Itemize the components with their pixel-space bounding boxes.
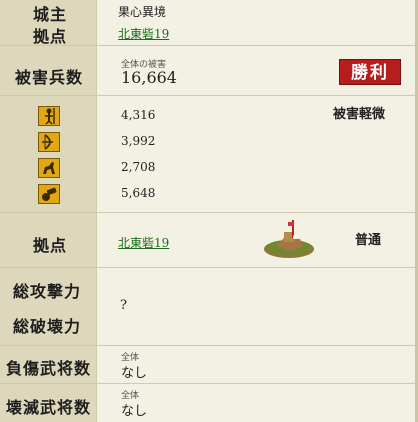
destroyed-label-cell: 壊滅武将数 [0, 384, 97, 422]
base-row-label: 拠点 [33, 236, 68, 255]
base-status: 普通 [355, 233, 382, 248]
power-value-cell: ? [97, 268, 418, 345]
total-damage-value: 16,664 [121, 68, 177, 87]
wounded-value-cell: 全体 なし [97, 346, 418, 383]
damage-label-cell: 被害兵数 [0, 46, 97, 95]
cavalry-count: 2,708 [121, 160, 156, 174]
archer-count: 3,992 [121, 134, 156, 148]
owner-label-cell: 城主 拠点 [0, 0, 97, 46]
base-row: 拠点 北東砦19 普通 [0, 213, 418, 268]
damage-label: 被害兵数 [15, 68, 84, 87]
destroy-power-label: 総破壊力 [13, 317, 82, 336]
base-row-link[interactable]: 北東砦19 [118, 234, 169, 251]
destroyed-value-cell: 全体 なし [97, 384, 418, 422]
wounded-label-cell: 負傷武将数 [0, 346, 97, 383]
damage-row: 被害兵数 全体の被害 16,664 勝利 [0, 46, 418, 96]
cavalry-icon [38, 158, 60, 178]
owner-name: 果心異境 [118, 5, 167, 19]
wounded-label: 負傷武将数 [6, 359, 92, 378]
owner-row: 城主 拠点 果心異境 北東砦19 [0, 0, 418, 46]
owner-value-cell: 果心異境 北東砦19 [97, 0, 418, 45]
power-row: 総攻撃力 総破壊力 ? [0, 268, 418, 346]
base-label-cell: 拠点 [0, 213, 97, 267]
spearman-icon [38, 106, 60, 126]
siege-count: 5,648 [121, 186, 156, 200]
battle-report: 城主 拠点 果心異境 北東砦19 被害兵数 全体の被害 16,664 勝利 4,… [0, 0, 418, 422]
archer-icon [38, 132, 60, 152]
power-value: ? [120, 298, 127, 313]
attack-power-label: 総攻撃力 [13, 282, 82, 301]
units-row: 4,316 3,992 2,708 5,648 被害軽微 [0, 96, 418, 213]
wounded-row: 負傷武将数 全体 なし [0, 346, 418, 384]
units-icon-cell [0, 96, 97, 212]
destroyed-row: 壊滅武将数 全体 なし [0, 384, 418, 422]
fortress-icon [262, 216, 316, 260]
destroyed-label: 壊滅武将数 [6, 398, 92, 417]
base-link[interactable]: 北東砦19 [118, 25, 169, 42]
base-label: 拠点 [33, 27, 68, 46]
power-label-cell: 総攻撃力 総破壊力 [0, 268, 97, 345]
siege-icon [38, 184, 60, 204]
spearman-count: 4,316 [121, 108, 156, 122]
wounded-value: なし [121, 366, 148, 381]
destroyed-value: なし [121, 404, 148, 419]
victory-badge: 勝利 [339, 59, 401, 85]
damage-assessment: 被害軽微 [333, 107, 386, 122]
owner-label: 城主 [33, 5, 68, 24]
